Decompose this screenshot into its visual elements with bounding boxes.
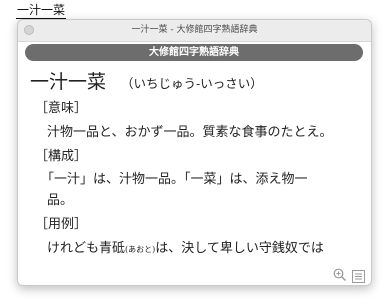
title-bar: 一汁一菜 - 大修館四字熟語辞典 xyxy=(18,20,371,42)
dictionary-popover: 一汁一菜 - 大修館四字熟語辞典 大修館四字熟語辞典 一汁一菜 （いちじゅう-い… xyxy=(17,19,372,286)
example-text: けれども青砥(あおと)は、決して卑しい守銭奴では xyxy=(47,240,324,259)
structure-text-line-1: 「一汁」は、汁物一品。「一菜」は、添え物一 xyxy=(41,172,308,187)
meaning-label: ［意味］ xyxy=(35,101,88,116)
bottom-toolbar xyxy=(18,265,371,285)
structure-text-line-2: 品。 xyxy=(47,193,74,208)
example-text-before: けれども青砥 xyxy=(47,241,126,256)
list-icon[interactable] xyxy=(352,268,365,283)
structure-label: ［構成］ xyxy=(35,149,88,164)
dictionary-tab[interactable]: 大修館四字熟語辞典 xyxy=(25,44,363,61)
headword: 一汁一菜 xyxy=(30,71,107,93)
entry-content: 一汁一菜 （いちじゅう-いっさい） ［意味］ 汁物一品と、おかず一品。質素な食事… xyxy=(18,70,371,265)
example-text-after: は、決して卑しい守銭奴では xyxy=(155,241,324,256)
meaning-text: 汁物一品と、おかず一品。質素な食事のたとえ。 xyxy=(47,125,333,140)
reading: （いちじゅう-いっさい） xyxy=(121,76,263,91)
window-title: 一汁一菜 - 大修館四字熟語辞典 xyxy=(131,25,258,35)
example-label: ［用例］ xyxy=(35,217,88,232)
example-furigana: (あおと) xyxy=(125,245,156,254)
selected-source-word: 一汁一菜 xyxy=(16,3,67,19)
zoom-in-icon[interactable] xyxy=(333,267,347,281)
